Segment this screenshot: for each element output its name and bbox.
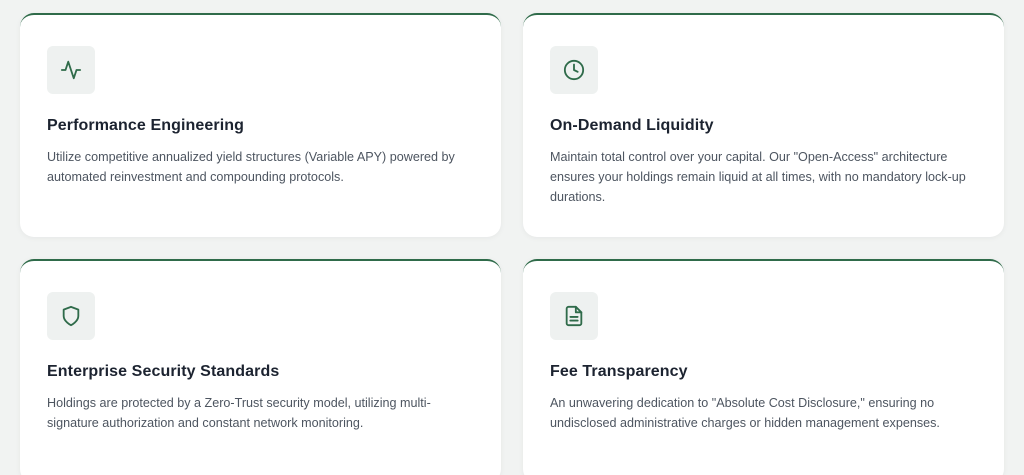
document-icon (565, 305, 583, 327)
card-description: An unwavering dedication to "Absolute Co… (550, 396, 940, 430)
card-description: Utilize competitive annualized yield str… (47, 150, 455, 184)
feature-card-performance: Performance Engineering Utilize competit… (20, 13, 501, 237)
activity-icon (60, 60, 82, 80)
card-title: Fee Transparency (550, 363, 688, 380)
feature-card-security: Enterprise Security Standards Holdings a… (20, 259, 501, 475)
feature-card-fees: Fee Transparency An unwavering dedicatio… (523, 259, 1004, 475)
icon-container (550, 292, 598, 340)
card-description: Holdings are protected by a Zero-Trust s… (47, 396, 431, 430)
card-description: Maintain total control over your capital… (550, 150, 966, 204)
card-title: On-Demand Liquidity (550, 117, 714, 134)
icon-container (47, 292, 95, 340)
icon-container (550, 46, 598, 94)
clock-icon (563, 59, 585, 81)
card-title: Enterprise Security Standards (47, 363, 280, 380)
shield-icon (62, 305, 80, 327)
feature-card-liquidity: On-Demand Liquidity Maintain total contr… (523, 13, 1004, 237)
features-grid: Performance Engineering Utilize competit… (20, 13, 1004, 475)
card-title: Performance Engineering (47, 117, 245, 134)
icon-container (47, 46, 95, 94)
